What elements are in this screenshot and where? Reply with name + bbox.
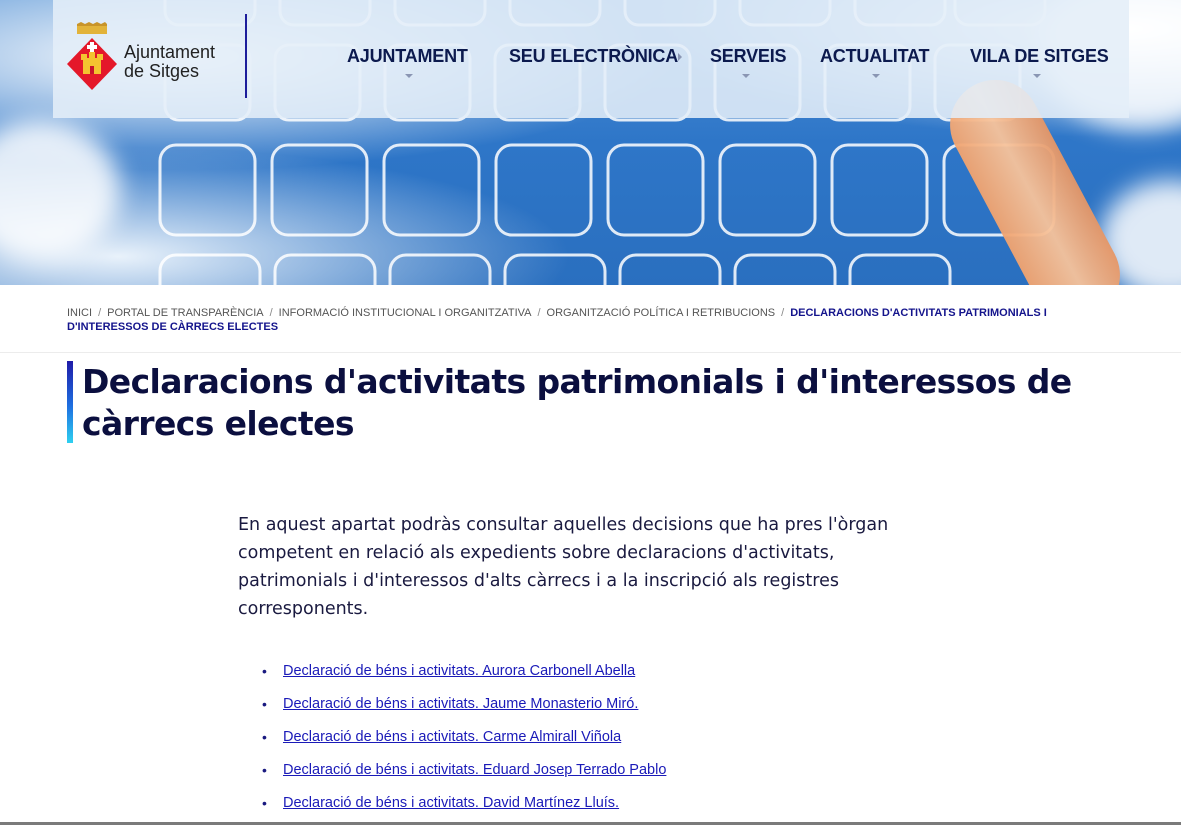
chevron-down-icon: [405, 74, 413, 78]
nav-item-serveis[interactable]: SERVEIS: [710, 46, 787, 67]
document-link[interactable]: Declaració de béns i activitats. Jaume M…: [283, 696, 638, 712]
chevron-down-icon: [742, 74, 750, 78]
logo-line1: Ajuntament: [124, 42, 216, 62]
hero-banner: Ajuntament de Sitges AJUNTAMENT SEU ELEC…: [0, 0, 1181, 285]
document-link[interactable]: Declaració de béns i activitats. Aurora …: [283, 663, 635, 679]
list-item: Declaració de béns i activitats. David M…: [262, 790, 666, 823]
breadcrumb-separator: /: [781, 307, 785, 319]
breadcrumb-separator: /: [269, 307, 273, 319]
breadcrumb-item-inici[interactable]: Inici: [67, 307, 92, 319]
logo-divider: [245, 14, 247, 98]
chevron-right-icon: [678, 53, 682, 61]
chevron-down-icon: [1033, 74, 1041, 78]
logo-text: Ajuntament de Sitges: [124, 43, 215, 81]
list-item: Declaració de béns i activitats. Aurora …: [262, 658, 666, 691]
document-link[interactable]: Declaració de béns i activitats. David M…: [283, 795, 619, 811]
nav-item-actualitat[interactable]: ACTUALITAT: [820, 46, 930, 67]
list-item: Declaració de béns i activitats. Eduard …: [262, 757, 666, 790]
intro-paragraph: En aquest apartat podràs consultar aquel…: [238, 515, 889, 619]
divider: [0, 352, 1181, 353]
nav-item-ajuntament[interactable]: AJUNTAMENT: [347, 46, 468, 67]
document-link[interactable]: Declaració de béns i activitats. Eduard …: [283, 762, 666, 778]
breadcrumb-item-portal-transparencia[interactable]: Portal de Transparència: [107, 307, 263, 319]
breadcrumb-separator: /: [537, 307, 541, 319]
nav-item-vila-de-sitges[interactable]: VILA DE SITGES: [970, 46, 1109, 67]
document-list: Declaració de béns i activitats. Aurora …: [262, 658, 666, 823]
logo-line2: de Sitges: [124, 61, 200, 81]
header-navbar: Ajuntament de Sitges AJUNTAMENT SEU ELEC…: [53, 0, 1129, 118]
breadcrumb: Inici / Portal de Transparència / Informació…: [67, 306, 1117, 334]
page-title: Declaracions d'activitats patrimonials i…: [82, 362, 1072, 443]
site-logo[interactable]: Ajuntament de Sitges: [67, 22, 247, 92]
breadcrumb-item-organitzacio-politica[interactable]: Organització política i retribucions: [547, 307, 776, 319]
title-accent-bar: [67, 361, 73, 443]
coat-of-arms-icon: [67, 22, 117, 90]
list-item: Declaració de béns i activitats. Carme A…: [262, 724, 666, 757]
list-item: Declaració de béns i activitats. Jaume M…: [262, 691, 666, 724]
document-link[interactable]: Declaració de béns i activitats. Carme A…: [283, 729, 621, 745]
breadcrumb-item-informacio-institucional[interactable]: Informació institucional i organitzativa: [279, 307, 532, 319]
nav-item-seu-electronica[interactable]: SEU ELECTRÒNICA: [509, 46, 678, 67]
breadcrumb-separator: /: [98, 307, 102, 319]
chevron-down-icon: [872, 74, 880, 78]
